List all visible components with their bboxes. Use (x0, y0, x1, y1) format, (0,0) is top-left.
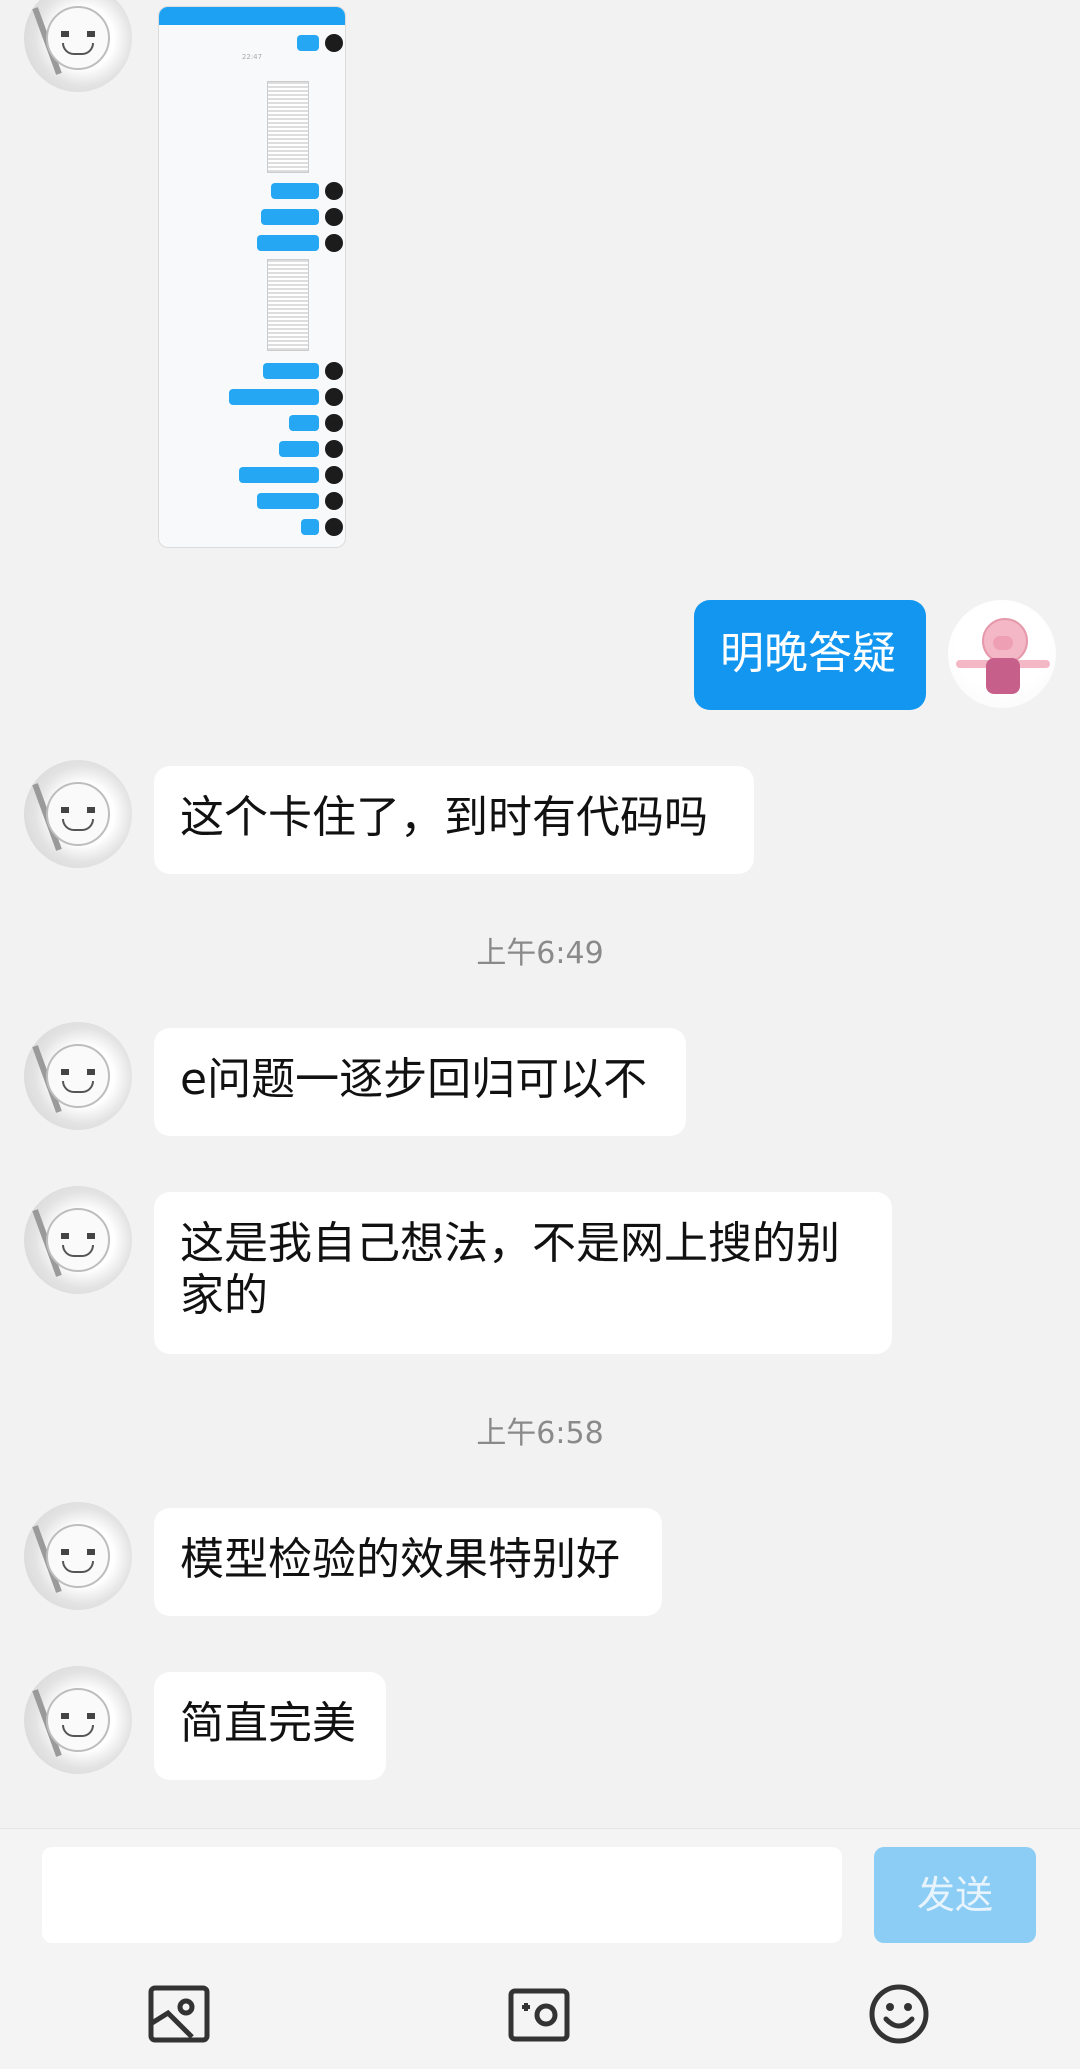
my-avatar[interactable] (948, 600, 1056, 708)
emoji-icon[interactable] (868, 1983, 930, 2045)
incoming-message-bubble[interactable]: e问题一逐步回归可以不 (154, 1028, 686, 1136)
avatar-eyes (61, 1548, 95, 1555)
thumbnail-row (159, 518, 345, 536)
avatar-eyes (61, 1068, 95, 1075)
thumbnail-row (159, 388, 345, 406)
thumbnail-row (159, 208, 345, 226)
thumbnail-row (159, 466, 345, 484)
contact-avatar[interactable] (24, 760, 132, 868)
incoming-message-bubble[interactable]: 模型检验的效果特别好 (154, 1508, 662, 1616)
thumbnail-row (159, 362, 345, 380)
screenshot-image-message[interactable]: 22:47 (158, 6, 346, 548)
camera-icon[interactable] (508, 1985, 570, 2043)
avatar-eyes (61, 1712, 95, 1719)
thumbnail-header (159, 7, 345, 25)
message-text: 这个卡住了，到时有代码吗 (180, 792, 708, 843)
contact-avatar[interactable] (24, 1022, 132, 1130)
avatar-face (46, 1044, 110, 1108)
send-button[interactable]: 发送 (874, 1847, 1036, 1943)
thumbnail-row (159, 440, 345, 458)
thumbnail-image (267, 259, 309, 351)
thumbnail-row (159, 414, 345, 432)
outgoing-message-bubble[interactable]: 明晚答疑 (694, 600, 926, 710)
thumbnail-row (159, 234, 345, 252)
timestamp: 上午6:49 (476, 936, 604, 971)
contact-avatar[interactable] (24, 1502, 132, 1610)
message-text: 简直完美 (180, 1698, 356, 1749)
avatar-face (46, 6, 110, 70)
avatar-face (46, 782, 110, 846)
thumbnail-time: 22:47 (241, 53, 263, 61)
avatar-eyes (61, 1232, 95, 1239)
contact-avatar[interactable] (24, 1186, 132, 1294)
message-text: 这是我自己想法，不是网上搜的别家的 (180, 1218, 840, 1321)
message-composer: 发送 (0, 1828, 1080, 2069)
thumbnail-row (159, 492, 345, 510)
avatar-body (986, 658, 1020, 694)
message-text: 模型检验的效果特别好 (180, 1534, 620, 1585)
thumbnail-image (267, 81, 309, 173)
avatar-eyes (61, 806, 95, 813)
image-icon[interactable] (148, 1985, 210, 2043)
avatar-face (46, 1208, 110, 1272)
avatar-eyes (61, 30, 95, 37)
contact-avatar[interactable] (24, 1666, 132, 1774)
contact-avatar[interactable] (24, 0, 132, 92)
avatar-face (46, 1688, 110, 1752)
timestamp: 上午6:58 (476, 1416, 604, 1451)
thumbnail-row (159, 34, 345, 52)
message-input[interactable] (42, 1847, 842, 1943)
avatar-snout (993, 636, 1013, 650)
incoming-message-bubble[interactable]: 这个卡住了，到时有代码吗 (154, 766, 754, 874)
avatar-face (46, 1524, 110, 1588)
message-text: 明晚答疑 (720, 628, 896, 679)
thumbnail-row (159, 182, 345, 200)
incoming-message-bubble[interactable]: 简直完美 (154, 1672, 386, 1780)
incoming-message-bubble[interactable]: 这是我自己想法，不是网上搜的别家的 (154, 1192, 892, 1354)
message-text: e问题一逐步回归可以不 (180, 1054, 648, 1105)
